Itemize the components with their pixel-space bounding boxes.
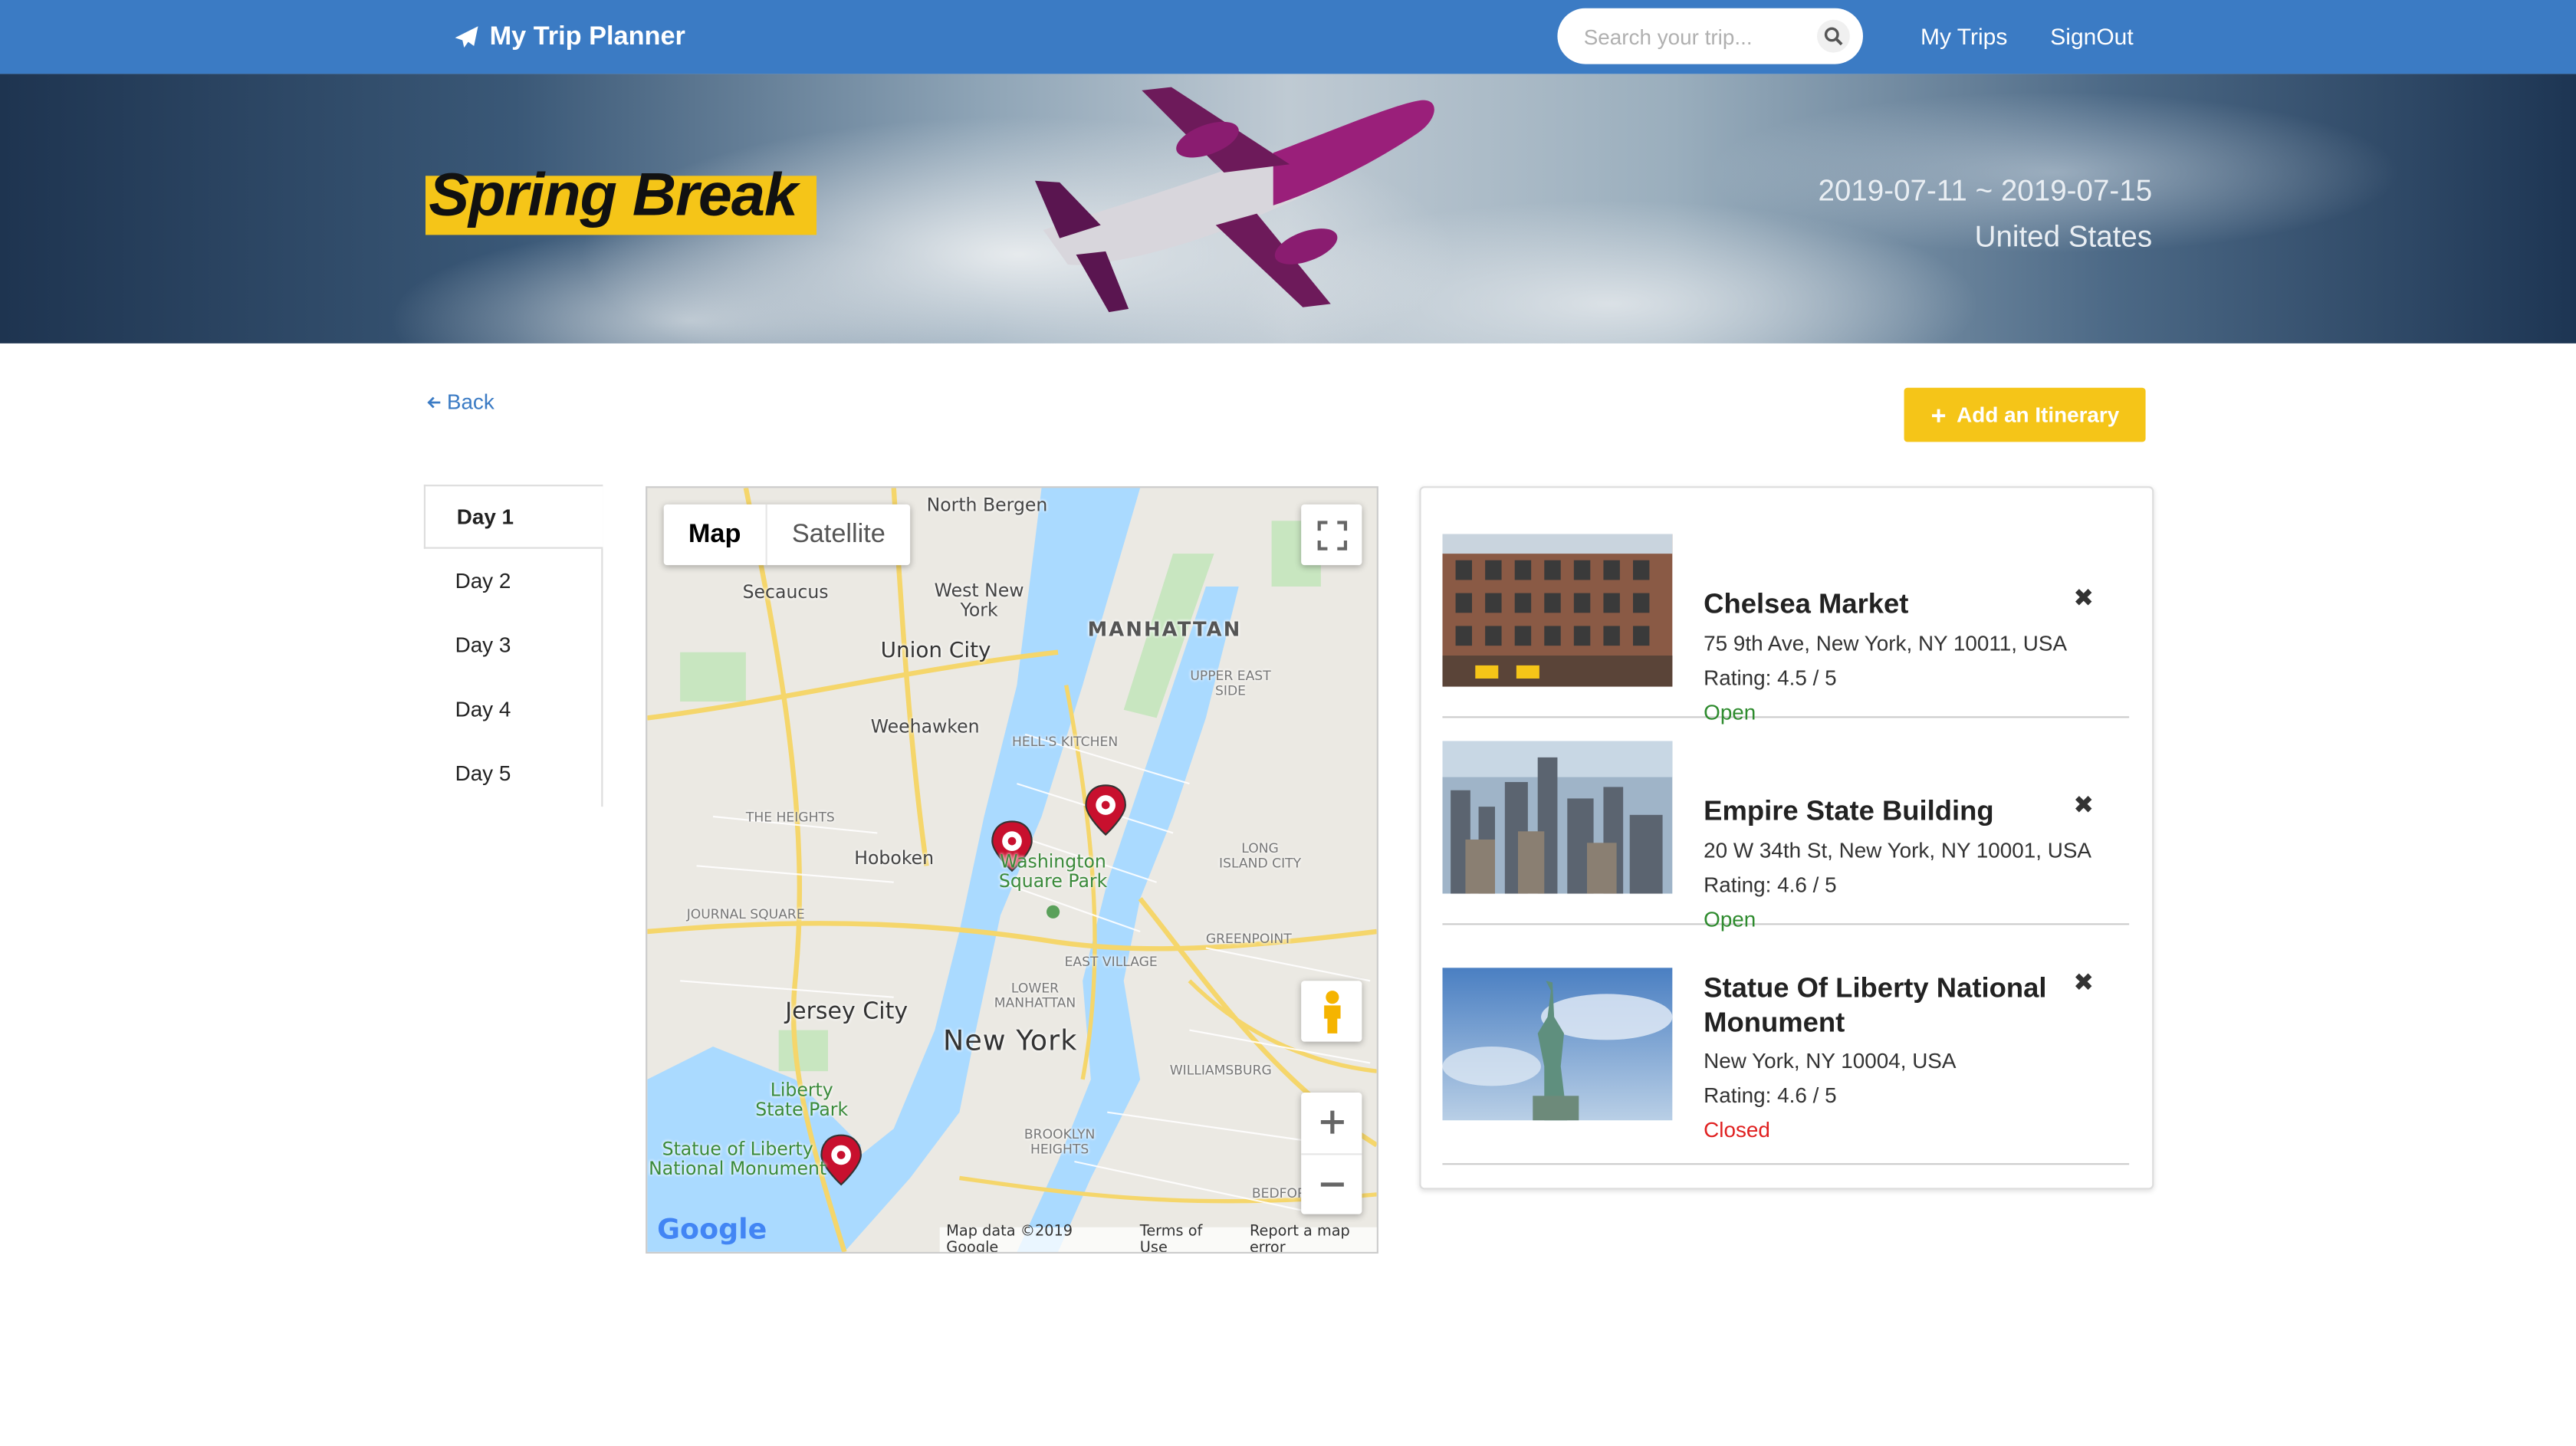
close-icon[interactable]: ✖ [2073,968,2094,997]
place-photo [1442,968,1673,1121]
map-label: BROOKLYN HEIGHTS [1024,1127,1096,1157]
brand-link[interactable]: My Trip Planner [453,20,685,56]
fullscreen-icon [1316,520,1347,550]
google-logo-text: Google [657,1214,767,1247]
map-label: THE HEIGHTS [745,810,835,825]
trip-country: United States [1974,220,2153,254]
map-label: West New York [934,580,1024,622]
place-name: Empire State Building [1704,795,1994,827]
map-label: GREENPOINT [1205,932,1292,947]
plus-icon [1319,1111,1343,1135]
airplane-image [1035,87,1434,313]
place-name: Chelsea Market [1704,588,1909,619]
add-itinerary-button[interactable]: Add an Itinerary [1904,387,2146,442]
map-label: LOWER MANHATTAN [994,981,1076,1011]
map-label: MANHATTAN [1087,617,1242,641]
list-item[interactable]: Chelsea Market 75 9th Ave, New York, NY … [1442,534,2130,725]
arrow-left-icon [427,396,441,408]
map-type-map-button[interactable]: Map [664,504,767,566]
street-view-button[interactable] [1301,981,1362,1042]
tab-day-3[interactable]: Day 3 [424,613,601,677]
trip-meta: 2019-07-11 ~ 2019-07-15 United States [1818,168,2152,260]
place-name: Statue Of Liberty National Monument [1704,972,2047,1039]
place-photo [1442,534,1673,687]
map-type-control: Map Satellite [663,504,910,566]
trip-hero-banner: Spring Break 2019-07-11 ~ 2019-07-15 Uni… [0,74,2576,343]
map-label: WILLIAMSBURG [1169,1063,1272,1078]
tab-day-4[interactable]: Day 4 [424,677,601,741]
map-type-satellite-button[interactable]: Satellite [767,504,910,565]
place-photo [1442,741,1673,894]
trip-dates: 2019-07-11 ~ 2019-07-15 [1818,174,2153,208]
place-status: Closed [1704,1117,1770,1142]
minus-icon [1319,1181,1343,1187]
itinerary-panel: Chelsea Market 75 9th Ave, New York, NY … [1419,486,2154,1190]
map-label: EAST VILLAGE [1064,955,1158,970]
map-label: Hoboken [854,847,935,869]
search-input[interactable] [1580,21,1809,51]
map-data-credit: Map data ©2019 Google [946,1223,1073,1254]
nav-signout[interactable]: SignOut [2050,23,2133,49]
map-report-link[interactable]: Report a map error [1250,1223,1377,1251]
map-label: JOURNAL SQUARE [686,906,805,922]
nav-my-trips[interactable]: My Trips [1921,23,2007,49]
map-footer: Map data ©2019 Google Terms of Use Repor… [939,1223,1377,1252]
place-address: New York, NY 10004, USA [1704,1048,1957,1073]
place-status: Open [1704,699,1756,725]
add-itinerary-label: Add an Itinerary [1957,403,2120,428]
place-rating: Rating: 4.5 / 5 [1704,665,1837,691]
list-item[interactable]: Empire State Building 20 W 34th St, New … [1442,741,2130,932]
map-label: Liberty State Park [755,1079,849,1121]
trip-title: Spring Break [429,161,798,228]
map-label: UPPER EAST SIDE [1190,669,1271,698]
map-label: North Bergen [926,495,1048,516]
place-address: 75 9th Ave, New York, NY 10011, USA [1704,630,2068,656]
close-icon[interactable]: ✖ [2073,790,2094,820]
top-navbar: My Trip Planner My Trips SignOut [0,0,2576,74]
map-label: Secaucus [742,581,829,603]
pegman-icon [1323,990,1340,1033]
search-box [1557,8,1864,64]
back-label: Back [446,389,495,415]
place-status: Open [1704,906,1756,932]
map-label: Weehawken [870,716,980,738]
list-item[interactable]: Statue Of Liberty National Monument New … [1442,948,2130,1165]
map-label: HELL'S KITCHEN [1012,734,1119,750]
google-logo: Google [657,1214,767,1247]
tab-day-5[interactable]: Day 5 [424,741,601,805]
search-icon[interactable] [1817,19,1850,53]
close-icon[interactable]: ✖ [2073,583,2094,613]
map-label: Statue of Liberty National Monument [649,1139,827,1180]
map-label: LONG ISLAND CITY [1219,841,1302,871]
tab-day-1[interactable]: Day 1 [423,485,603,549]
map-label: Washington Square Park [998,851,1108,892]
map-label: Union City [880,639,991,664]
place-address: 20 W 34th St, New York, NY 10001, USA [1704,837,2091,863]
map-label: New York [943,1025,1078,1059]
back-link[interactable]: Back [426,389,495,414]
itinerary-map[interactable]: North Bergen Secaucus West New York MANH… [646,486,1378,1254]
tab-day-2[interactable]: Day 2 [424,549,601,613]
plus-icon [1932,408,1946,422]
place-rating: Rating: 4.6 / 5 [1704,1083,1837,1108]
place-rating: Rating: 4.6 / 5 [1704,872,1837,898]
trip-title-badge: Spring Break [426,161,817,235]
brand-label: My Trip Planner [489,23,685,51]
fullscreen-button[interactable] [1301,504,1362,566]
zoom-control [1301,1093,1362,1214]
map-terms-link[interactable]: Terms of Use [1140,1223,1230,1251]
day-tabs: Day 1 Day 2 Day 3 Day 4 Day 5 [423,485,603,807]
paper-plane-icon [455,26,478,48]
zoom-out-button[interactable] [1301,1154,1362,1214]
map-label: Jersey City [785,998,909,1026]
zoom-in-button[interactable] [1301,1093,1362,1155]
